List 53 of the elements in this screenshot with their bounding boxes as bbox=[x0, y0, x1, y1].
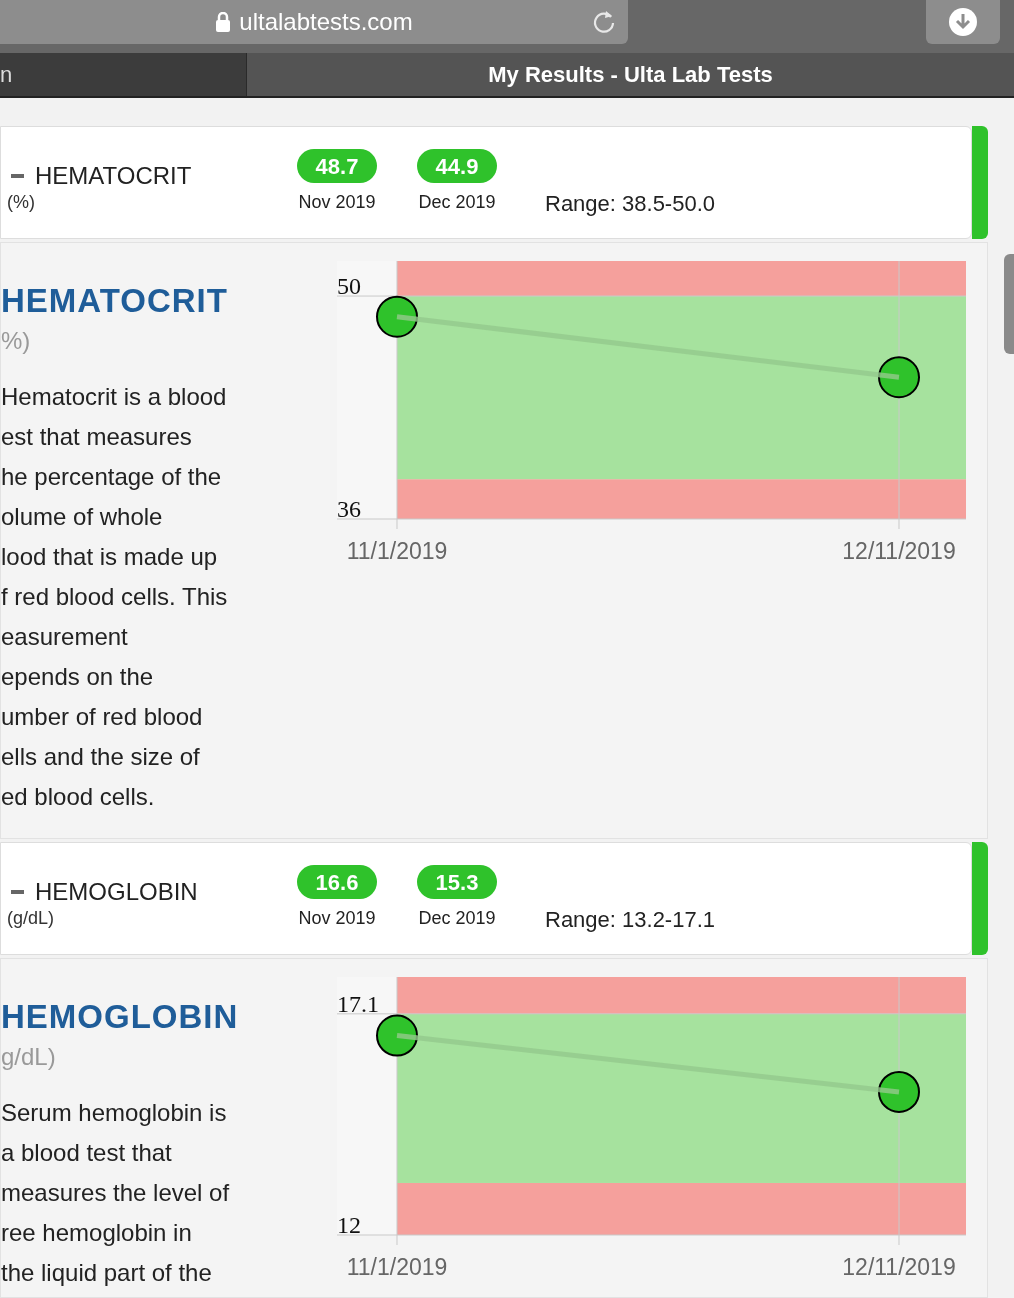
download-icon bbox=[948, 7, 978, 37]
data-point[interactable] bbox=[376, 1014, 418, 1057]
detail-unit: %) bbox=[1, 326, 32, 356]
download-button[interactable] bbox=[926, 0, 1000, 44]
result-date: Nov 2019 bbox=[298, 191, 376, 214]
data-point[interactable] bbox=[376, 295, 418, 338]
test-name: HEMATOCRIT bbox=[35, 164, 192, 188]
detail-title: HEMATOCRIT bbox=[1, 281, 229, 321]
description-line: he percentage of the bbox=[1, 462, 223, 492]
test-name: HEMOGLOBIN bbox=[35, 880, 198, 904]
detail-title: HEMOGLOBIN bbox=[1, 997, 240, 1037]
data-point[interactable] bbox=[878, 1070, 920, 1113]
y-axis-label: 17.1 bbox=[337, 990, 379, 1017]
description-line: ells and the size of bbox=[1, 742, 201, 772]
x-axis-label: 11/1/2019 bbox=[346, 1254, 448, 1280]
reload-icon[interactable] bbox=[592, 8, 616, 34]
description-line: a blood test that bbox=[1, 1138, 173, 1168]
x-axis-label: 12/11/2019 bbox=[842, 538, 956, 564]
description-line: Hematocrit is a blood bbox=[1, 382, 228, 412]
result-value-badge: 48.7 bbox=[297, 149, 377, 183]
detail-unit: g/dL) bbox=[1, 1042, 57, 1072]
description-line: ed blood cells. bbox=[1, 782, 156, 812]
browser-tab[interactable]: My Results - Ulta Lab Tests bbox=[246, 53, 1014, 96]
reference-range: Range: 38.5-50.0 bbox=[545, 190, 716, 218]
description-line: ree hemoglobin in bbox=[1, 1218, 193, 1248]
result-date: Dec 2019 bbox=[418, 907, 496, 930]
description-line: epends on the bbox=[1, 662, 155, 692]
description-line: the liquid part of the bbox=[1, 1258, 213, 1288]
result-date: Nov 2019 bbox=[298, 907, 376, 930]
description-line: olume of whole bbox=[1, 502, 164, 532]
result-date: Dec 2019 bbox=[418, 191, 496, 214]
x-axis-label: 12/11/2019 bbox=[842, 1254, 956, 1280]
scrollbar-thumb[interactable] bbox=[1004, 254, 1014, 354]
description-line: umber of red blood bbox=[1, 702, 204, 732]
description-line: est that measures bbox=[1, 422, 193, 452]
y-axis-label: 50 bbox=[337, 273, 361, 300]
reference-range: Range: 13.2-17.1 bbox=[545, 906, 716, 934]
result-value-badge: 44.9 bbox=[417, 149, 497, 183]
description-line: easurement bbox=[1, 622, 129, 652]
description-line: lood that is made up bbox=[1, 542, 219, 572]
result-value-badge: 16.6 bbox=[297, 865, 377, 899]
data-point[interactable] bbox=[878, 356, 920, 399]
lock-icon bbox=[215, 12, 232, 32]
x-axis-label: 11/1/2019 bbox=[346, 538, 448, 564]
description-line: measures the level of bbox=[1, 1178, 231, 1208]
description-line: Serum hemoglobin is bbox=[1, 1098, 228, 1128]
y-axis-label: 36 bbox=[337, 496, 361, 522]
test-unit: (g/dL) bbox=[7, 907, 55, 930]
test-unit: (%) bbox=[7, 191, 35, 214]
url-text: ultalabtests.com bbox=[239, 7, 413, 37]
description-line: f red blood cells. This bbox=[1, 582, 229, 612]
y-axis-label: 12 bbox=[337, 1212, 361, 1238]
result-value-badge: 15.3 bbox=[417, 865, 497, 899]
